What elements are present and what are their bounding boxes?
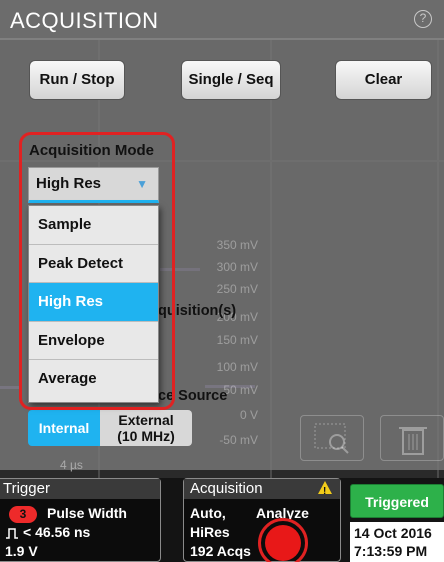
clock-external-button[interactable]: External (10 MHz) bbox=[100, 410, 192, 446]
clock-external-sublabel: (10 MHz) bbox=[117, 428, 175, 444]
y-axis-label: 350 mV bbox=[216, 238, 258, 252]
highlight-annotation bbox=[19, 132, 175, 410]
date-time-display: 14 Oct 2016 7:13:59 PM bbox=[350, 522, 444, 562]
channel-3-indicator: 3 bbox=[9, 506, 37, 523]
acquisition-badge-title-text: Acquisition bbox=[190, 480, 263, 497]
trash-icon bbox=[399, 427, 427, 455]
trigger-type: Pulse Width bbox=[47, 505, 127, 521]
y-axis-label: 300 mV bbox=[216, 260, 258, 274]
clock-internal-button[interactable]: Internal bbox=[28, 410, 100, 446]
trigger-badge-title: Trigger bbox=[0, 479, 160, 499]
y-axis-label: 0 V bbox=[239, 408, 258, 422]
zoom-icon bbox=[314, 423, 349, 454]
y-axis-label: 250 mV bbox=[216, 282, 258, 296]
record-icon bbox=[265, 525, 301, 561]
trigger-condition: < 46.56 ns bbox=[23, 524, 91, 540]
zoom-icon-button[interactable] bbox=[300, 415, 364, 461]
y-axis-label: 150 mV bbox=[216, 333, 258, 347]
acquisition-mode-summary: Auto, bbox=[190, 505, 226, 521]
pulse-edge-icon bbox=[6, 528, 18, 539]
run-stop-button[interactable]: Run / Stop bbox=[29, 60, 125, 100]
time-scale-label: 4 µs bbox=[60, 458, 83, 472]
trigger-level: 1.9 V bbox=[5, 543, 38, 559]
date-label: 14 Oct 2016 bbox=[354, 525, 432, 541]
help-icon[interactable]: ? bbox=[414, 10, 432, 28]
acquisition-count: 192 Acqs bbox=[190, 543, 251, 559]
warning-icon bbox=[318, 481, 332, 502]
acquisition-badge-title: Acquisition bbox=[184, 479, 340, 502]
acquisition-resolution: HiRes bbox=[190, 524, 230, 540]
single-seq-button[interactable]: Single / Seq bbox=[181, 60, 281, 100]
trigger-badge[interactable]: Trigger 3 Pulse Width < 46.56 ns 1.9 V bbox=[0, 478, 161, 562]
y-axis-label: -50 mV bbox=[219, 433, 258, 447]
time-label: 7:13:59 PM bbox=[354, 543, 428, 559]
clear-button[interactable]: Clear bbox=[335, 60, 432, 100]
trigger-status-badge[interactable]: Triggered bbox=[350, 484, 444, 518]
y-axis-label: 100 mV bbox=[216, 360, 258, 374]
menu-title-bar: ACQUISITION ? bbox=[0, 0, 444, 40]
menu-title: ACQUISITION bbox=[10, 8, 159, 33]
clock-external-label: External bbox=[118, 412, 174, 428]
delete-icon-button[interactable] bbox=[380, 415, 444, 461]
